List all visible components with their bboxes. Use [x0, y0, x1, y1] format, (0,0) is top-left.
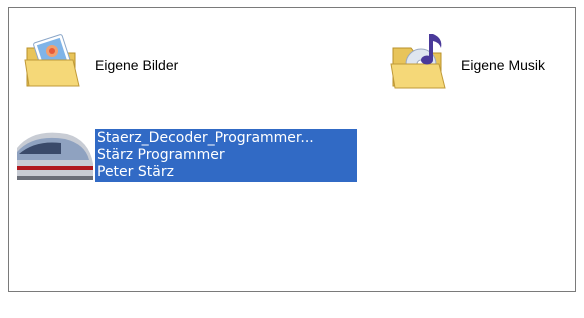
item-subtitle: Stärz Programmer	[97, 146, 225, 163]
train-app-icon	[15, 120, 95, 190]
folder-item-eigene-musik[interactable]: Eigene Musik	[381, 30, 545, 100]
pictures-folder-icon	[15, 30, 95, 100]
music-folder-icon	[381, 30, 461, 100]
item-label: Eigene Musik	[461, 56, 546, 73]
item-label: Eigene Bilder	[95, 56, 179, 73]
item-author: Peter Stärz	[97, 163, 174, 180]
file-view: Eigene Bilder Eigene Musik Staerz_Decode…	[8, 7, 576, 292]
app-item-staerz-decoder-programmer[interactable]: Staerz_Decoder_Programmer... Stärz Progr…	[15, 120, 357, 190]
item-title: Staerz_Decoder_Programmer...	[97, 129, 314, 146]
folder-item-eigene-bilder[interactable]: Eigene Bilder	[15, 30, 178, 100]
